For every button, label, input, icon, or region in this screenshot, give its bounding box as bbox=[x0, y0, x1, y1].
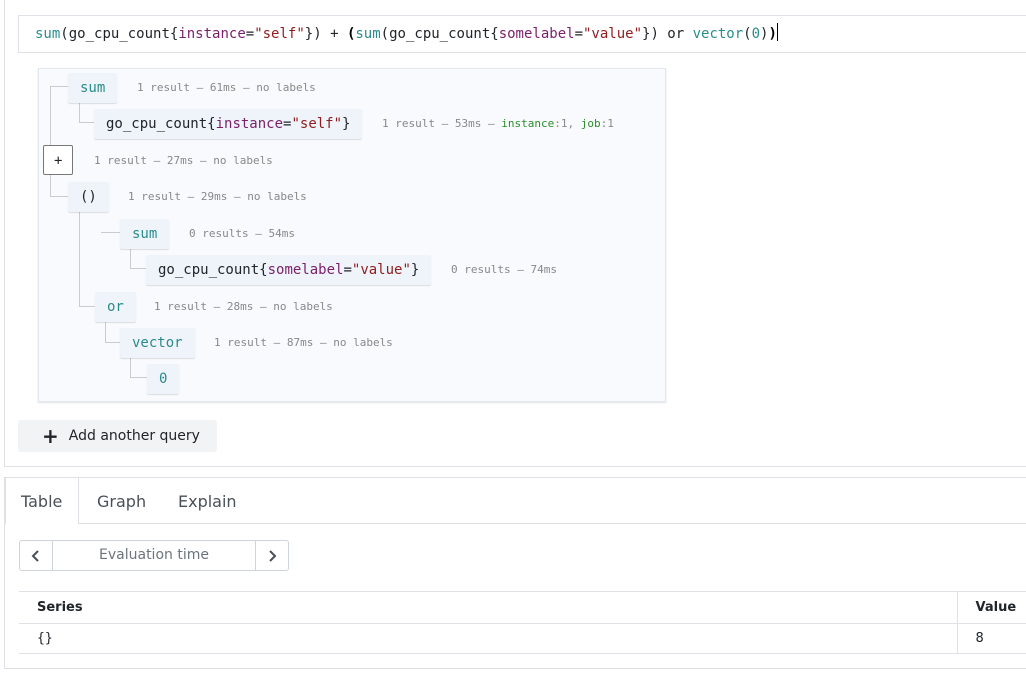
chevron-right-icon bbox=[269, 549, 277, 562]
tree-node-vector[interactable]: vector bbox=[120, 328, 195, 358]
expression-input[interactable]: sum(go_cpu_count{instance="self"}) + (su… bbox=[18, 15, 1026, 53]
previous-time-button[interactable] bbox=[20, 541, 52, 570]
tree-node-meta: 1 result — 29ms — no labels bbox=[128, 190, 307, 203]
tree-node-binop-plus[interactable]: + bbox=[43, 145, 74, 175]
metric-name: go_cpu_count bbox=[106, 116, 208, 132]
tree-connector bbox=[105, 321, 120, 343]
tree-node-selector[interactable]: go_cpu_count{somelabel="value"} bbox=[146, 255, 432, 285]
expression-token: go_cpu_count bbox=[389, 26, 491, 42]
add-query-label: Add another query bbox=[68, 428, 200, 444]
expression-token: }) bbox=[304, 26, 322, 42]
label-count-text: : bbox=[554, 117, 561, 130]
tree-node-meta: 1 result — 61ms — no labels bbox=[137, 81, 316, 94]
label-name: somelabel bbox=[267, 262, 344, 278]
expression-token: ) bbox=[768, 26, 777, 42]
expression-token: = bbox=[574, 26, 583, 42]
expression-token: go_cpu_count bbox=[68, 26, 170, 42]
brace-open: { bbox=[259, 262, 268, 278]
label-value: "self" bbox=[291, 116, 343, 132]
expression-token: + bbox=[321, 26, 347, 42]
equals-sign: = bbox=[343, 262, 352, 278]
tree-node-meta: 0 results — 54ms bbox=[189, 227, 295, 240]
expression-token: "value" bbox=[583, 26, 643, 42]
expression-token: sum bbox=[355, 26, 381, 42]
tree-connector bbox=[50, 173, 68, 197]
add-query-button[interactable]: + Add another query bbox=[18, 420, 217, 452]
meta-text: 1 result — 53ms — bbox=[382, 117, 502, 130]
expression-token: somelabel bbox=[498, 26, 575, 42]
plus-icon: + bbox=[42, 424, 59, 448]
label-count: 1 bbox=[607, 117, 614, 130]
tree-connector bbox=[101, 232, 120, 233]
expression-token: 0 bbox=[751, 26, 761, 42]
tree-node-meta: 1 result — 28ms — no labels bbox=[154, 300, 333, 313]
expression-token: ( bbox=[743, 26, 752, 42]
next-time-button[interactable] bbox=[256, 541, 288, 570]
tree-node-meta: 0 results — 74ms bbox=[451, 263, 557, 276]
tree-node-sum[interactable]: sum bbox=[68, 73, 118, 103]
tree-node-or[interactable]: or bbox=[95, 292, 136, 322]
expression-token: vector bbox=[692, 26, 744, 42]
metric-name: go_cpu_count bbox=[158, 262, 260, 278]
tab-explain[interactable]: Explain bbox=[163, 478, 252, 525]
brace-open: { bbox=[207, 116, 216, 132]
evaluation-time-input[interactable]: Evaluation time bbox=[52, 541, 256, 570]
series-cell: {} bbox=[19, 623, 957, 654]
tree-node-meta: 1 result — 27ms — no labels bbox=[94, 154, 273, 167]
tree-node-meta: 1 result — 53ms — instance:1, job:1 bbox=[382, 117, 614, 131]
expression-token: = bbox=[245, 26, 255, 42]
results-panel: Table Graph Explain Evaluation time Seri… bbox=[4, 477, 1026, 669]
tree-connector bbox=[79, 102, 95, 123]
tree-connector bbox=[130, 248, 146, 269]
evaluation-time-control: Evaluation time bbox=[19, 540, 289, 571]
tree-node-selector[interactable]: go_cpu_count{instance="self"} bbox=[94, 109, 363, 139]
explain-tree: sum 1 result — 61ms — no labels go_cpu_c… bbox=[38, 68, 666, 402]
text-cursor bbox=[776, 23, 778, 41]
table-header-row: Series Value bbox=[19, 591, 1026, 624]
tree-connector bbox=[50, 86, 68, 87]
expression-token: }) bbox=[642, 26, 659, 42]
result-tabs: Table Graph Explain bbox=[5, 478, 1026, 525]
value-cell: 8 bbox=[956, 623, 1026, 654]
expression-token: ( bbox=[60, 26, 69, 42]
expression-token: sum bbox=[35, 26, 61, 42]
expression-token: ( bbox=[380, 26, 390, 42]
tree-node-number[interactable]: 0 bbox=[147, 364, 180, 394]
series-header: Series bbox=[19, 591, 957, 624]
table-row: {} 8 bbox=[19, 623, 1026, 654]
chevron-left-icon bbox=[31, 549, 39, 562]
label-key: job bbox=[580, 117, 601, 130]
expression-token: or bbox=[658, 26, 693, 42]
expression-token: instance bbox=[178, 26, 246, 42]
tree-connector bbox=[130, 357, 147, 378]
label-value: "value" bbox=[351, 262, 411, 278]
tab-table[interactable]: Table bbox=[5, 478, 79, 525]
tree-node-meta: 1 result — 87ms — no labels bbox=[214, 336, 393, 349]
label-key: instance bbox=[501, 117, 555, 130]
results-table: Series Value {} 8 bbox=[19, 591, 1026, 654]
tab-graph[interactable]: Graph bbox=[82, 478, 161, 525]
label-name: instance bbox=[215, 116, 284, 132]
expression-token: "self" bbox=[254, 26, 305, 42]
expression-token: { bbox=[490, 26, 499, 42]
value-header: Value bbox=[956, 591, 1026, 624]
brace-close: } bbox=[342, 116, 351, 132]
brace-close: } bbox=[410, 262, 420, 278]
label-separator: , bbox=[567, 117, 581, 130]
tree-node-paren[interactable]: () bbox=[68, 182, 109, 212]
tree-node-sum[interactable]: sum bbox=[120, 219, 170, 249]
tree-connector bbox=[79, 211, 95, 307]
